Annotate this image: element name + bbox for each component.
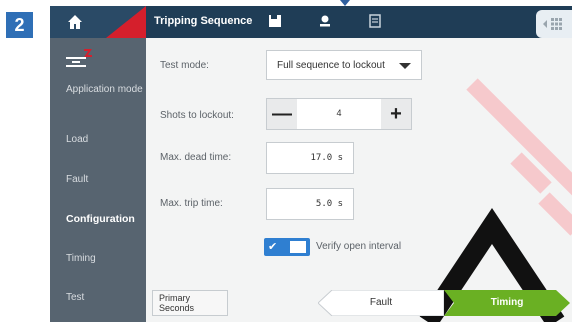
test-mode-label: Test mode: [160, 60, 209, 71]
sidebar-item-test[interactable]: Test [66, 292, 84, 304]
page-title: Tripping Sequence [154, 15, 253, 27]
user-icon[interactable] [318, 14, 332, 28]
watermark-decoration [419, 78, 572, 322]
decrement-button[interactable]: — [267, 99, 297, 129]
sidebar-item-fault[interactable]: Fault [66, 174, 88, 186]
next-button-label: Timing [490, 297, 524, 308]
test-mode-select[interactable]: Full sequence to lockout [266, 50, 422, 80]
home-icon [68, 15, 82, 29]
accent-triangle [106, 6, 146, 38]
shots-to-lockout-value: 4 [336, 108, 342, 118]
sidebar: Application mode Load Fault Configuratio… [50, 38, 146, 322]
sidebar-item-configuration[interactable]: Configuration [66, 213, 135, 225]
shots-to-lockout-stepper: — 4 + [266, 98, 412, 130]
print-icon[interactable] [368, 14, 382, 28]
max-dead-time-label: Max. dead time: [160, 152, 232, 163]
max-dead-time-value: 17.0 s [310, 153, 343, 163]
next-button-timing[interactable]: Timing [444, 290, 570, 316]
verify-open-interval-label: Verify open interval [316, 241, 402, 252]
back-button-label: Fault [369, 297, 393, 308]
step-number-badge: 2 [6, 12, 33, 38]
grid-icon [543, 18, 562, 30]
home-button[interactable] [50, 6, 146, 38]
sidebar-item-timing[interactable]: Timing [66, 253, 96, 265]
sidebar-item-application-mode[interactable]: Application mode [66, 84, 143, 96]
max-trip-time-label: Max. trip time: [160, 198, 223, 209]
application-mode-icon [66, 49, 92, 67]
verify-open-interval-toggle[interactable]: ✔ [264, 238, 310, 256]
chevron-down-icon [399, 63, 411, 69]
main-content: Test mode: Full sequence to lockout Shot… [146, 38, 572, 322]
max-trip-time-field[interactable]: 5.0 s [266, 188, 354, 220]
test-mode-value: Full sequence to lockout [277, 60, 385, 71]
top-bar: Tripping Sequence [50, 6, 572, 38]
sidebar-item-load[interactable]: Load [66, 134, 88, 146]
check-icon: ✔ [268, 241, 278, 253]
save-icon[interactable] [268, 14, 282, 28]
side-panel-tab[interactable] [536, 10, 572, 38]
device-screen: Tripping Sequence Application mode Load … [50, 6, 572, 322]
max-dead-time-field[interactable]: 17.0 s [266, 142, 354, 174]
back-button-fault[interactable]: Fault [318, 290, 444, 316]
increment-button[interactable]: + [381, 99, 411, 129]
shots-to-lockout-label: Shots to lockout: [160, 110, 234, 121]
max-trip-time-value: 5.0 s [315, 199, 343, 209]
toggle-knob [290, 241, 306, 253]
units-toggle-button[interactable]: Primary Seconds [152, 290, 228, 316]
